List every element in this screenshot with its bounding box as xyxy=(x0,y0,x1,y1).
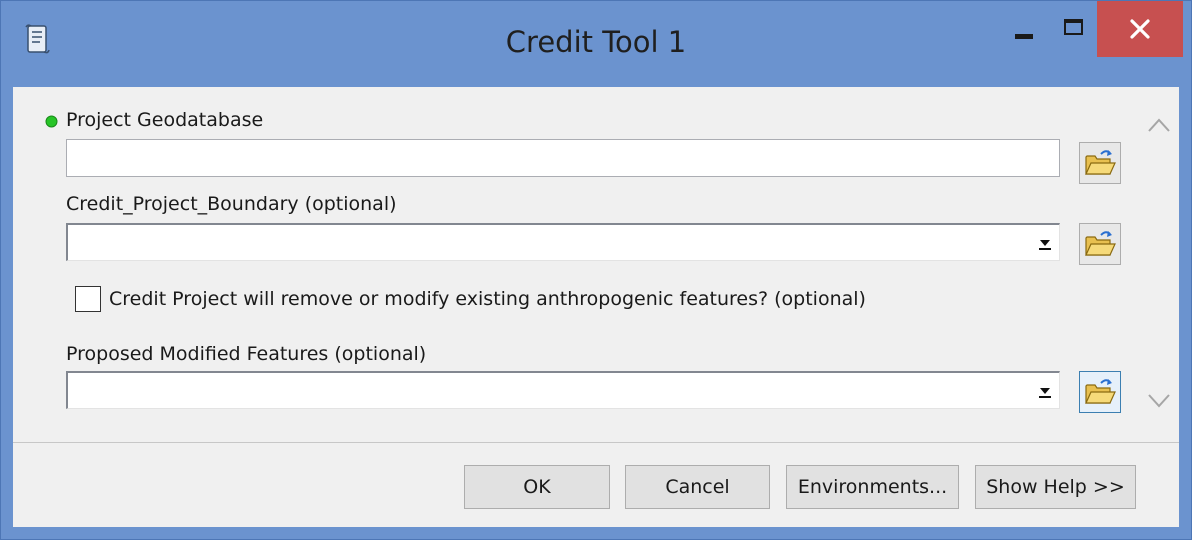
modify-features-label: Credit Project will remove or modify exi… xyxy=(109,288,866,310)
modify-features-checkbox[interactable] xyxy=(75,286,101,312)
project-geodatabase-input[interactable] xyxy=(66,139,1060,177)
chevron-down-icon[interactable] xyxy=(1037,383,1053,399)
scroll-down-icon[interactable] xyxy=(1147,393,1171,409)
dialog-window: Credit Tool 1 Project Geodatabase Credit… xyxy=(0,0,1192,540)
parameters-panel: Project Geodatabase Credit_Project_Bound… xyxy=(13,87,1179,443)
dialog-client: Project Geodatabase Credit_Project_Bound… xyxy=(13,87,1179,527)
maximize-button[interactable] xyxy=(1051,1,1097,59)
ok-button[interactable]: OK xyxy=(464,465,610,509)
close-button[interactable] xyxy=(1097,1,1183,57)
title-bar[interactable]: Credit Tool 1 xyxy=(1,1,1191,89)
modified-features-combobox[interactable] xyxy=(66,371,1060,409)
close-icon xyxy=(1130,19,1150,39)
required-indicator-icon xyxy=(45,115,58,128)
project-geodatabase-browse-button[interactable] xyxy=(1079,142,1121,184)
show-help-button[interactable]: Show Help >> xyxy=(975,465,1136,509)
project-geodatabase-label: Project Geodatabase xyxy=(66,109,264,131)
boundary-browse-button[interactable] xyxy=(1079,223,1121,265)
cancel-button[interactable]: Cancel xyxy=(625,465,770,509)
modified-features-label: Proposed Modified Features (optional) xyxy=(66,343,427,365)
boundary-combobox[interactable] xyxy=(66,223,1060,261)
modified-features-browse-button[interactable] xyxy=(1079,371,1121,413)
open-folder-icon xyxy=(1085,150,1116,175)
environments-button[interactable]: Environments... xyxy=(786,465,959,509)
open-folder-icon xyxy=(1085,379,1116,404)
maximize-icon xyxy=(1064,19,1083,35)
minimize-icon xyxy=(1015,34,1033,39)
scroll-up-icon[interactable] xyxy=(1147,117,1171,133)
minimize-button[interactable] xyxy=(1001,1,1047,59)
open-folder-icon xyxy=(1085,231,1116,256)
chevron-down-icon[interactable] xyxy=(1037,235,1053,251)
boundary-label: Credit_Project_Boundary (optional) xyxy=(66,193,397,215)
